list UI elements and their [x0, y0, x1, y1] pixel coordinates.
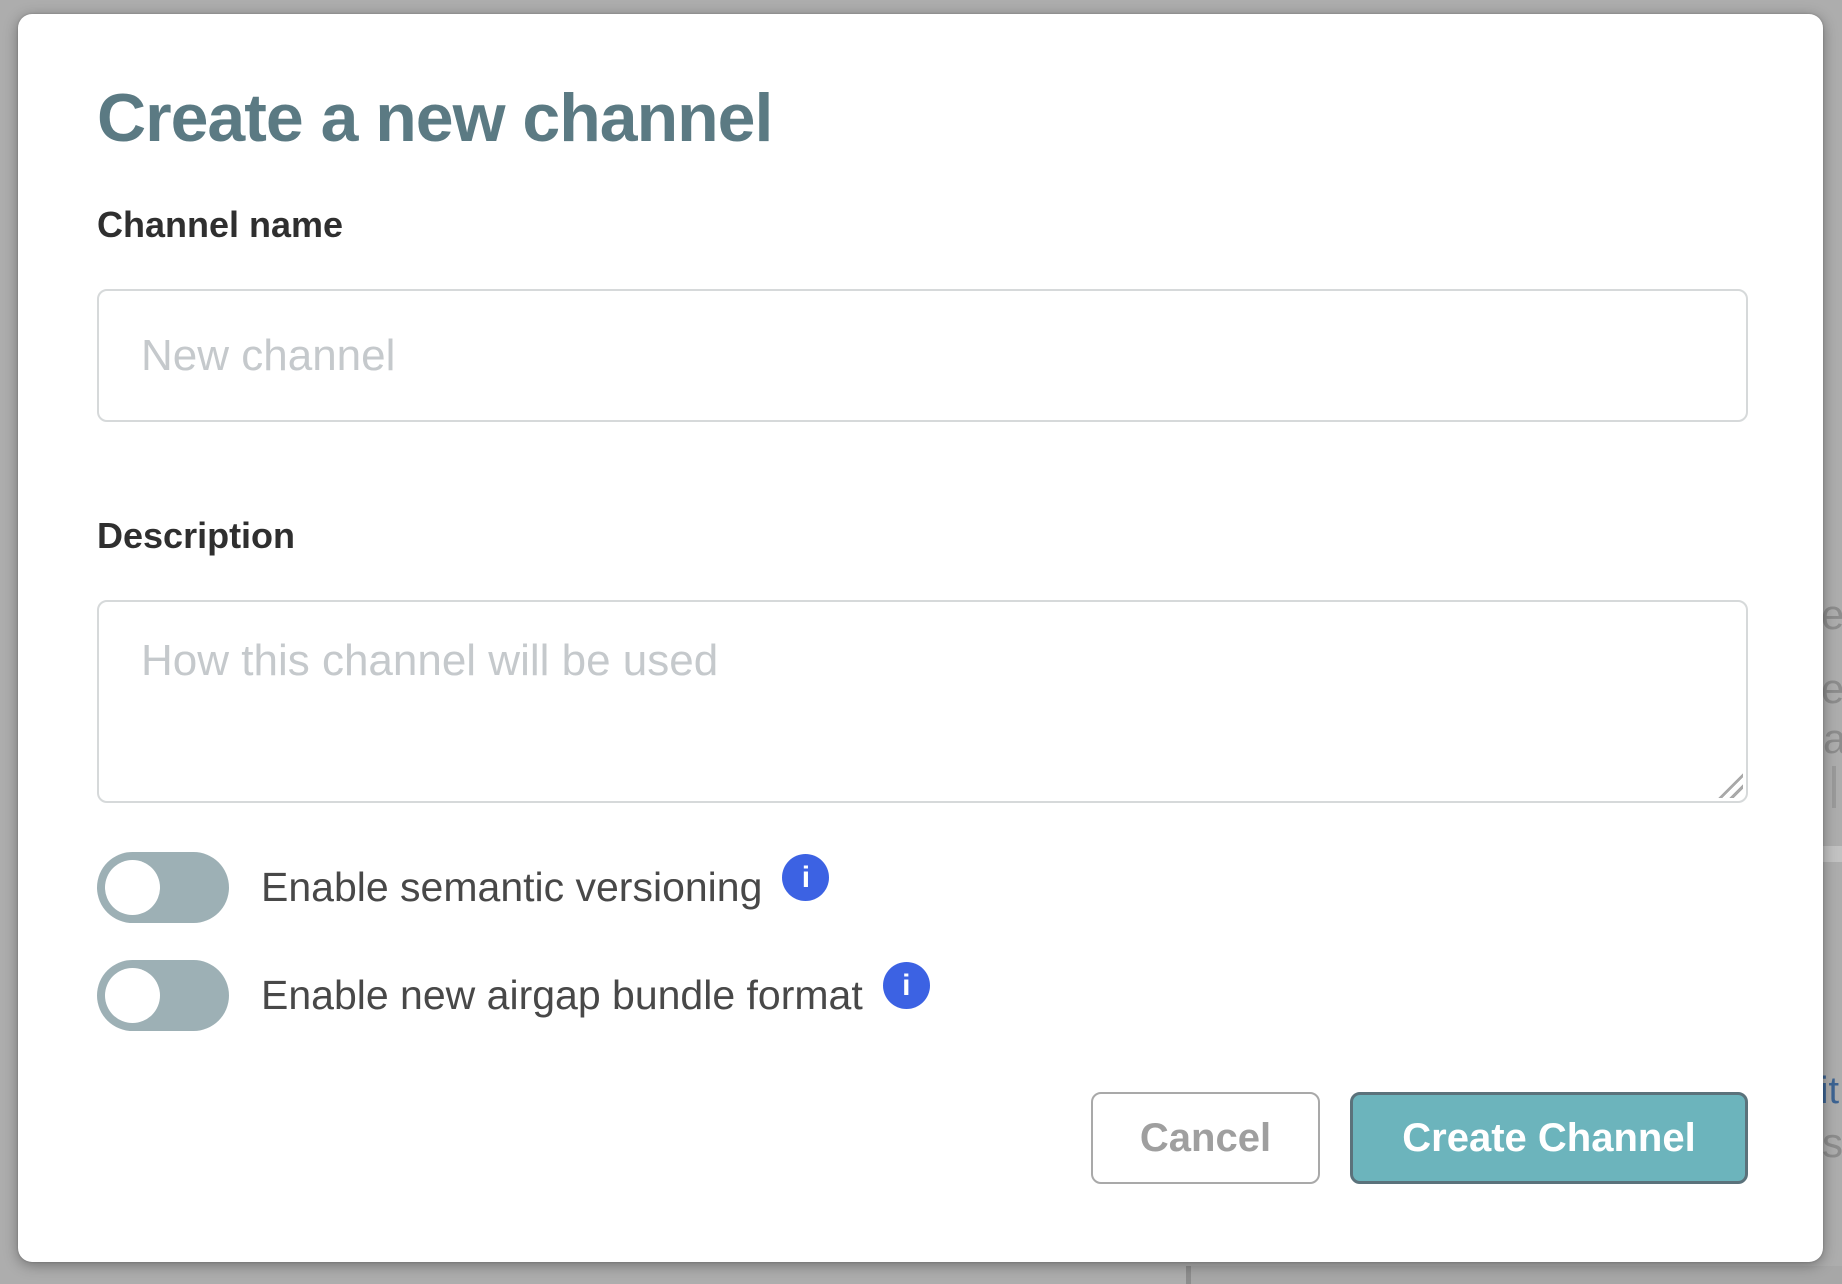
modal-title: Create a new channel — [97, 78, 1748, 158]
background-text-fragment: a — [1823, 718, 1842, 760]
background-text-fragment: e — [1821, 668, 1842, 710]
channel-name-input[interactable] — [97, 289, 1748, 422]
background-text-fragment: s — [1822, 1122, 1842, 1164]
airgap-bundle-label: Enable new airgap bundle format — [261, 972, 863, 1019]
description-field-wrap — [97, 600, 1748, 803]
background-strip-fragment — [1191, 1266, 1842, 1284]
airgap-bundle-row: Enable new airgap bundle format i — [97, 960, 1748, 1031]
channel-name-label: Channel name — [97, 203, 1748, 247]
info-icon[interactable]: i — [782, 854, 829, 901]
semantic-versioning-row: Enable semantic versioning i — [97, 852, 1748, 923]
textarea-resize-handle[interactable] — [1717, 772, 1743, 798]
description-label: Description — [97, 514, 1748, 558]
description-input[interactable] — [97, 600, 1748, 803]
background-row-fragment — [1823, 846, 1842, 862]
background-border-fragment — [1832, 766, 1836, 808]
toggle-knob — [105, 968, 160, 1023]
create-channel-modal: Create a new channel Channel name Descri… — [18, 14, 1823, 1262]
semantic-versioning-toggle[interactable] — [97, 852, 229, 923]
info-icon[interactable]: i — [883, 962, 930, 1009]
cancel-button[interactable]: Cancel — [1091, 1092, 1320, 1184]
modal-footer: Cancel Create Channel — [97, 1092, 1748, 1184]
background-text-fragment: e — [1821, 594, 1842, 636]
toggle-knob — [105, 860, 160, 915]
create-channel-button[interactable]: Create Channel — [1350, 1092, 1748, 1184]
semantic-versioning-label: Enable semantic versioning — [261, 864, 762, 911]
airgap-bundle-toggle[interactable] — [97, 960, 229, 1031]
